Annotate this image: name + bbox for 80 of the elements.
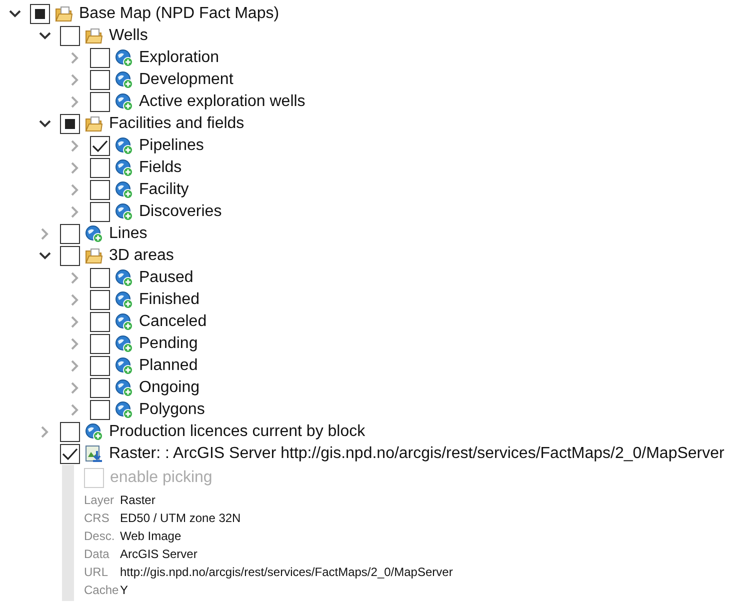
chevron-down-icon[interactable]: [39, 120, 51, 128]
checkbox-label: enable picking: [110, 468, 212, 488]
checkbox[interactable]: [90, 48, 110, 68]
tree-item-label[interactable]: Pending: [139, 332, 198, 356]
detail-label: CRS: [84, 510, 110, 527]
tree-item-label[interactable]: Active exploration wells: [139, 90, 306, 114]
tree-item-label[interactable]: Facilities and fields: [109, 112, 244, 136]
detail-label: Data: [84, 546, 110, 563]
globe-plus-icon: [85, 225, 103, 243]
tree-item-label[interactable]: Raster: : ArcGIS Server http://gis.npd.no/arcgis/rest/services/FactMaps/2_0/MapServer: [109, 442, 724, 466]
globe-plus-icon: [115, 93, 133, 111]
tree-item-label[interactable]: Lines: [109, 222, 148, 246]
tree-item-label[interactable]: Exploration: [139, 46, 220, 70]
checkbox[interactable]: [60, 224, 80, 244]
checkbox[interactable]: [90, 268, 110, 288]
checkbox[interactable]: [90, 290, 110, 310]
detail-value: http://gis.npd.no/arcgis/rest/services/FactMaps/2_0/MapServer: [120, 564, 453, 581]
globe-plus-icon: [115, 379, 133, 397]
checkbox[interactable]: [90, 334, 110, 354]
detail-label: URL: [84, 564, 110, 581]
detail-label: Layer: [84, 492, 116, 509]
detail-value: ED50 / UTM zone 32N: [120, 510, 241, 527]
globe-plus-icon: [115, 335, 133, 353]
folder-icon: [85, 116, 103, 132]
folder-icon: [85, 248, 103, 264]
globe-plus-icon: [115, 313, 133, 331]
tree-item-label[interactable]: Planned: [139, 354, 198, 378]
checkbox[interactable]: [90, 378, 110, 398]
globe-plus-icon: [115, 71, 133, 89]
detail-value: ArcGIS Server: [120, 546, 198, 563]
globe-plus-icon: [115, 137, 133, 155]
checkbox[interactable]: [90, 70, 110, 90]
globe-plus-icon: [115, 181, 133, 199]
globe-plus-icon: [115, 401, 133, 419]
globe-plus-icon: [85, 423, 103, 441]
folder-icon: [55, 6, 73, 22]
checkbox[interactable]: [90, 202, 110, 222]
tree-item-label[interactable]: Fields: [139, 156, 182, 180]
checkbox[interactable]: [90, 158, 110, 178]
checkbox[interactable]: [60, 444, 80, 464]
tree-item-label[interactable]: Finished: [139, 288, 200, 312]
raster-download-icon: [85, 445, 103, 463]
checkbox[interactable]: [90, 180, 110, 200]
folder-icon: [85, 28, 103, 44]
checkbox[interactable]: [60, 26, 80, 46]
checkbox[interactable]: [90, 92, 110, 112]
detail-label: Cache: [84, 582, 120, 599]
globe-plus-icon: [115, 269, 133, 287]
tree-item-label[interactable]: Development: [139, 68, 234, 92]
tree-item-label[interactable]: Facility: [139, 178, 189, 202]
chevron-down-icon[interactable]: [9, 10, 21, 18]
chevron-down-icon[interactable]: [39, 252, 51, 260]
checkbox[interactable]: [90, 312, 110, 332]
tree-item-label[interactable]: Production licences current by block: [109, 420, 366, 444]
tree-item-label[interactable]: Wells: [109, 24, 148, 48]
detail-value: Y: [120, 582, 128, 599]
checkbox[interactable]: [30, 4, 50, 24]
globe-plus-icon: [115, 49, 133, 67]
detail-value: Web Image: [120, 528, 182, 545]
checkbox[interactable]: [90, 356, 110, 376]
tree-item-label[interactable]: Discoveries: [139, 200, 222, 224]
globe-plus-icon: [115, 159, 133, 177]
globe-plus-icon: [115, 203, 133, 221]
globe-plus-icon: [115, 291, 133, 309]
tree-item-label[interactable]: Ongoing: [139, 376, 200, 400]
checkbox[interactable]: [60, 246, 80, 266]
tree-item-label[interactable]: Paused: [139, 266, 194, 290]
checkbox[interactable]: [90, 136, 110, 156]
globe-plus-icon: [115, 357, 133, 375]
chevron-down-icon[interactable]: [39, 32, 51, 40]
tree-item-label[interactable]: Polygons: [139, 398, 205, 422]
detail-label: Desc.: [84, 528, 116, 545]
tree-item-label[interactable]: Canceled: [139, 310, 207, 334]
tree-item-label[interactable]: 3D areas: [109, 244, 174, 268]
checkbox[interactable]: [60, 422, 80, 442]
tree-item-label[interactable]: Pipelines: [139, 134, 204, 158]
checkbox[interactable]: [90, 400, 110, 420]
checkbox[interactable]: [60, 114, 80, 134]
detail-value: Raster: [120, 492, 156, 509]
tree-item-label[interactable]: Base Map (NPD Fact Maps): [79, 2, 280, 26]
